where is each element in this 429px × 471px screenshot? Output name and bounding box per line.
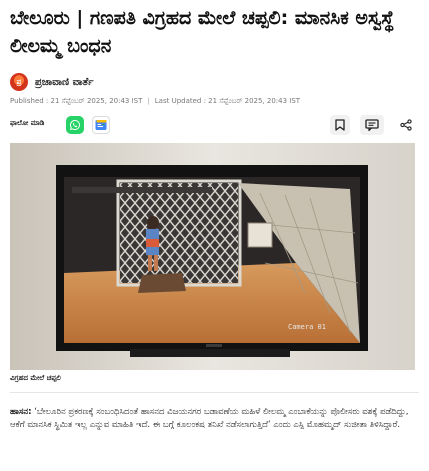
follow-label: ಫಾಲೋ ಮಾಡಿ [10,119,45,127]
article-headline: ಬೇಲೂರು | ಗಣಪತಿ ವಿಗ್ರಹದ ಮೇಲೆ ಚಪ್ಪಲಿ: ಮಾನಸ… [10,7,395,57]
whatsapp-icon[interactable] [66,116,84,134]
article-dates: Published : 21 ಸೆಪ್ಟೆಂಬರ್ 2025, 20:43 IS… [10,97,300,106]
comments-icon[interactable] [360,115,384,135]
dateline: ಹಾಸನ: [10,407,32,417]
share-toolbar: ಫಾಲೋ ಮಾಡಿ [10,114,419,136]
author-avatar[interactable]: ಪ್ರ [10,73,28,91]
camera-label: Camera 01 [288,323,326,331]
body-text: ‘ಬೇಲೂರಿನ ಪ್ರಕರಣಕ್ಕೆ ಸಂಬಂಧಿಸಿದಂತೆ ಹಾಸನದ ವ… [10,407,409,430]
updated-date: Last Updated : 21 ಸೆಪ್ಟೆಂಬರ್ 2025, 20:43… [154,97,301,105]
date-separator: | [147,97,150,105]
divider [10,392,419,393]
avatar-text: ಪ್ರ [16,77,22,86]
share-icon[interactable] [396,115,416,135]
published-date: Published : 21 ಸೆಪ್ಟೆಂಬರ್ 2025, 20:43 IS… [10,97,143,105]
article-body: ಹಾಸನ: ‘ಬೇಲೂರಿನ ಪ್ರಕರಣಕ್ಕೆ ಸಂಬಂಧಿಸಿದಂತೆ ಹ… [10,406,415,432]
bookmark-icon[interactable] [330,115,350,135]
article-image: Camera 01 [10,143,415,370]
byline: ಪ್ರ ಪ್ರಜಾವಾಣಿ ವಾರ್ತೆ [10,72,93,92]
author-name[interactable]: ಪ್ರಜಾವಾಣಿ ವಾರ್ತೆ [35,77,93,88]
google-news-icon[interactable] [92,116,110,134]
image-caption: ವಿಗ್ರಹದ ಮೇಲೆ ಚಪ್ಪಲಿ [10,374,61,382]
